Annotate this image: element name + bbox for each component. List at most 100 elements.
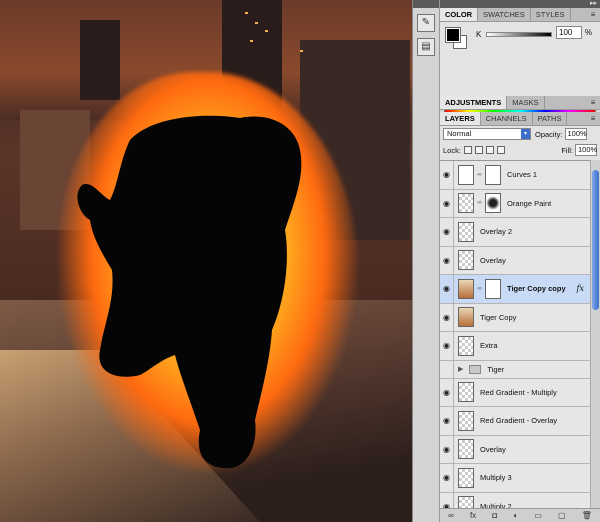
layer-thumbnail	[458, 335, 474, 356]
layer-thumbnail	[458, 307, 474, 328]
panel-collapse-strip[interactable]: ▸▸	[440, 0, 600, 8]
eye-icon[interactable]: ◉	[440, 161, 454, 189]
mask-thumbnail	[485, 164, 501, 185]
layer-thumbnail	[458, 250, 474, 271]
tab-layers[interactable]: LAYERS	[440, 112, 481, 125]
eye-icon[interactable]: ◉	[440, 218, 454, 246]
adjustments-tabs: ADJUSTMENTS MASKS ≡	[440, 96, 600, 110]
layer-row[interactable]: ◉ Overlay	[440, 246, 590, 275]
eye-icon[interactable]: ◉	[440, 378, 454, 406]
layers-scrollbar[interactable]	[590, 160, 600, 510]
tab-styles[interactable]: STYLES	[531, 8, 571, 21]
layer-list: ◉ ∞ Curves 1 ◉ ∞ Orange Paint ◉ Overlay …	[440, 160, 590, 510]
lock-transparent-icon[interactable]	[463, 146, 472, 154]
layer-row[interactable]: ◉ ∞ Curves 1	[440, 161, 590, 190]
panel-menu-icon[interactable]: ≡	[586, 96, 600, 109]
tiger-silhouette	[77, 115, 302, 469]
link-icon: ∞	[477, 285, 482, 292]
fx-icon[interactable]: fx	[577, 284, 584, 293]
blend-mode-value: Normal	[447, 129, 472, 138]
color-panel: K 100 %	[440, 22, 600, 114]
layer-name: Red Gradient - Multiply	[480, 387, 557, 397]
eye-icon[interactable]: ◉	[440, 275, 454, 303]
document-canvas[interactable]	[0, 0, 412, 522]
tab-adjustments[interactable]: ADJUSTMENTS	[440, 96, 508, 109]
link-layers-icon[interactable]: ∞	[448, 511, 454, 520]
layer-name: Tiger Copy	[480, 312, 517, 322]
layers-panel: LAYERS CHANNELS PATHS ≡ Normal ▾ Opacity…	[440, 112, 600, 522]
layer-thumbnail	[458, 439, 474, 460]
k-slider[interactable]	[486, 32, 552, 37]
mask-thumbnail	[485, 278, 501, 299]
adjustment-layer-icon[interactable]: ◐	[513, 511, 518, 520]
layer-thumbnail	[458, 278, 474, 299]
chevron-right-icon[interactable]: ▶	[458, 365, 463, 373]
tab-color[interactable]: COLOR	[440, 8, 479, 21]
layer-row[interactable]: ◉ Extra	[440, 332, 590, 361]
tab-channels[interactable]: CHANNELS	[481, 112, 533, 125]
new-group-icon[interactable]: ▭	[534, 511, 542, 520]
layer-row[interactable]: ◉ Red Gradient - Overlay	[440, 407, 590, 436]
eye-icon[interactable]: ◉	[440, 303, 454, 331]
adjustment-thumbnail	[458, 164, 474, 185]
chevron-down-icon: ▾	[521, 129, 530, 139]
layer-name: Overlay	[480, 444, 506, 454]
layer-group-row[interactable]: ▶ Tiger	[440, 360, 590, 379]
layer-row[interactable]: ◉ Tiger Copy	[440, 303, 590, 332]
panel-menu-icon[interactable]: ≡	[586, 8, 600, 21]
eye-icon[interactable]: ◉	[440, 189, 454, 217]
scrollbar-thumb[interactable]	[592, 170, 599, 310]
blend-mode-select[interactable]: Normal ▾	[443, 128, 531, 140]
layer-row-selected[interactable]: ◉ ∞ Tiger Copy copy fx	[440, 275, 590, 304]
panels-column: ▸▸ COLOR SWATCHES STYLES ≡ K 100 % ADJUS…	[440, 0, 600, 522]
layer-row[interactable]: ◉ Overlay	[440, 435, 590, 464]
eye-hidden-icon[interactable]	[440, 360, 454, 378]
mask-thumbnail	[485, 193, 501, 214]
eye-icon[interactable]: ◉	[440, 246, 454, 274]
blend-opacity-row: Normal ▾ Opacity: 100%	[440, 126, 600, 142]
fx-icon[interactable]: fx	[470, 511, 476, 520]
layer-name: Curves 1	[507, 170, 538, 180]
layer-row[interactable]: ◉ Multiply 3	[440, 464, 590, 493]
layer-name: Multiply 3	[480, 473, 512, 483]
lock-image-icon[interactable]	[474, 146, 483, 154]
eye-icon[interactable]: ◉	[440, 407, 454, 435]
opacity-field[interactable]: 100%	[564, 128, 587, 140]
layer-row[interactable]: ◉ Red Gradient - Multiply	[440, 378, 590, 407]
layer-thumbnail	[458, 467, 474, 488]
tab-masks[interactable]: MASKS	[507, 96, 545, 109]
layer-thumbnail	[458, 382, 474, 403]
layer-thumbnail	[458, 410, 474, 431]
lock-fill-row: Lock: Fill: 100%	[440, 142, 600, 158]
lock-position-icon[interactable]	[485, 146, 494, 154]
layer-row[interactable]: ◉ Overlay 2	[440, 218, 590, 247]
k-label: K	[476, 30, 482, 39]
foreground-color-swatch[interactable]	[445, 27, 461, 43]
fill-label: Fill:	[561, 145, 573, 155]
lock-all-icon[interactable]	[496, 146, 505, 154]
add-mask-icon[interactable]: ◘	[492, 511, 497, 520]
layer-name: Tiger	[487, 364, 505, 374]
tab-swatches[interactable]: SWATCHES	[478, 8, 531, 21]
eye-icon[interactable]: ◉	[440, 464, 454, 492]
fill-field[interactable]: 100%	[575, 144, 597, 156]
panel-menu-icon[interactable]: ≡	[586, 112, 600, 125]
history-icon[interactable]: ✎	[417, 14, 435, 32]
k-unit: %	[585, 28, 593, 37]
k-value-field[interactable]: 100	[556, 26, 582, 39]
eye-icon[interactable]: ◉	[440, 332, 454, 360]
panel-dock-icons: ✎ ▤	[412, 0, 440, 522]
layer-thumbnail	[458, 193, 474, 214]
actions-icon[interactable]: ▤	[417, 38, 435, 56]
tab-paths[interactable]: PATHS	[533, 112, 568, 125]
trash-icon[interactable]: 🗑	[582, 511, 592, 520]
new-layer-icon[interactable]: ▢	[558, 511, 566, 520]
layer-name: Overlay	[480, 255, 506, 265]
layer-name: Overlay 2	[480, 227, 513, 237]
layer-name: Tiger Copy copy	[507, 284, 566, 294]
dock-collapse-bar[interactable]	[413, 0, 439, 8]
layer-row[interactable]: ◉ ∞ Orange Paint	[440, 189, 590, 218]
color-panel-tabs: COLOR SWATCHES STYLES ≡	[440, 8, 600, 22]
layer-name: Red Gradient - Overlay	[480, 416, 558, 426]
eye-icon[interactable]: ◉	[440, 435, 454, 463]
